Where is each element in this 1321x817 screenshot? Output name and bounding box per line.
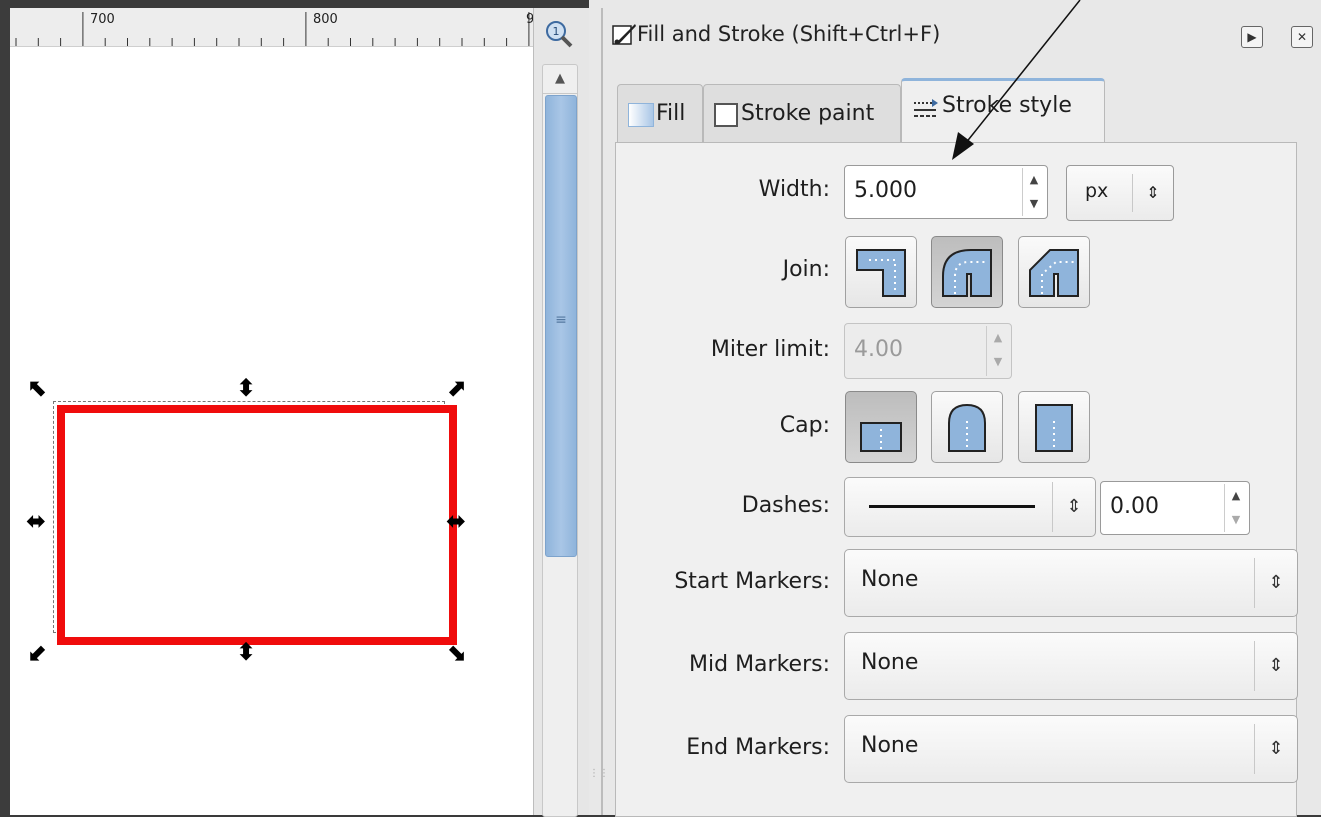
annotation-arrow [952, 0, 1081, 160]
